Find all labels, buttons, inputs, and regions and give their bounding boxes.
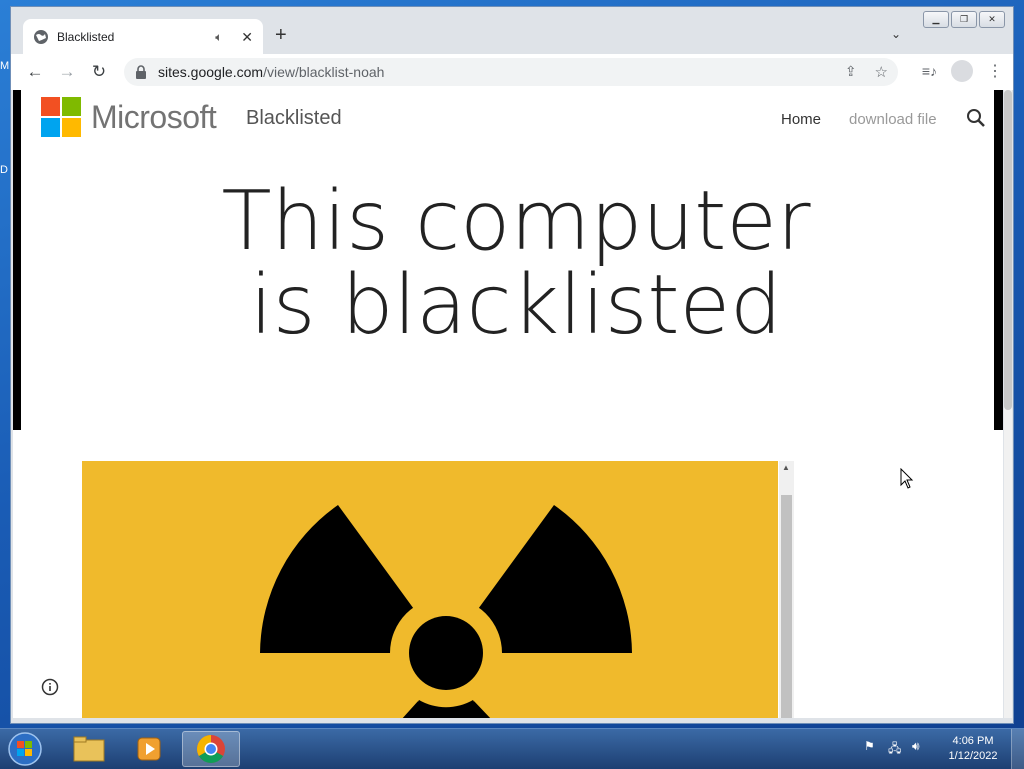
headline-line: This computer [221,174,811,269]
web-page: Microsoft Blacklisted Home download file… [13,90,1003,718]
bookmark-star-icon[interactable]: ☆ [875,63,888,81]
browser-window: ▁ ❐ ✕ Blacklisted 🔈︎ ✕ + ⌄ ← → ↻ sites.g… [10,6,1014,724]
network-icon[interactable]: 🖧︎ [888,739,904,755]
show-desktop-button[interactable] [1011,729,1024,769]
microsoft-logo[interactable] [41,97,81,137]
url-path: /view/blacklist-noah [263,64,385,80]
info-icon[interactable] [41,678,59,696]
address-bar[interactable]: sites.google.com/view/blacklist-noah ⇪ ☆ [124,58,898,86]
taskbar-clock[interactable]: 4:06 PM 1/12/2022 [938,734,1008,764]
url-host: sites.google.com [158,64,264,80]
desktop-icon-label[interactable]: M [0,60,9,72]
radiation-trefoil-icon [260,505,632,718]
close-tab-icon[interactable]: ✕ [241,29,253,46]
system-tray: ⚑ 🖧︎ 🔊︎ [864,739,928,755]
nav-home-link[interactable]: Home [781,111,821,128]
media-player-icon [137,737,161,761]
tab-title: Blacklisted [57,30,115,44]
taskbar-media-player[interactable] [120,731,178,767]
taskbar: ⚑ 🖧︎ 🔊︎ 4:06 PM 1/12/2022 [0,728,1024,769]
search-icon[interactable] [966,108,986,128]
start-orb-icon[interactable] [4,731,46,767]
clock-time: 4:06 PM [952,735,994,747]
back-icon[interactable]: ← [19,62,51,82]
restore-icon[interactable]: ❐ [951,11,977,28]
speaker-icon[interactable]: 🔈︎ [215,30,231,45]
site-name[interactable]: Blacklisted [246,107,342,130]
close-window-icon[interactable]: ✕ [979,11,1005,28]
lock-icon [136,65,146,79]
taskbar-explorer[interactable] [60,731,118,767]
desktop-icon-label[interactable]: D [0,164,8,176]
reload-icon[interactable]: ↻ [83,62,115,82]
brand-text[interactable]: Microsoft [91,99,217,136]
share-icon[interactable]: ⇪ [845,63,857,81]
window-controls: ▁ ❐ ✕ [923,11,1005,28]
page-headline: This computer is blacklisted [21,180,1003,348]
action-center-flag-icon[interactable]: ⚑ [864,739,880,755]
scroll-thumb[interactable] [781,495,792,718]
nav-download-link[interactable]: download file [849,111,937,128]
profile-avatar[interactable] [951,60,973,82]
taskbar-chrome[interactable] [182,731,240,767]
toolbar: ← → ↻ sites.google.com/view/blacklist-no… [11,54,1013,90]
mouse-cursor-icon [900,468,914,489]
folder-icon [73,736,105,762]
minimize-icon[interactable]: ▁ [923,11,949,28]
page-scroll-thumb[interactable] [1004,90,1012,410]
browser-tab[interactable]: Blacklisted 🔈︎ ✕ [23,19,263,55]
image-scrollbar[interactable]: ▲ [779,461,794,718]
chevron-down-icon[interactable]: ⌄ [891,27,901,41]
more-menu-icon[interactable]: ⋮ [987,61,1003,81]
page-scrollbar[interactable] [1004,90,1012,718]
globe-icon [34,30,48,44]
chrome-icon [197,735,225,763]
scroll-up-icon[interactable]: ▲ [782,463,790,472]
volume-icon[interactable]: 🔊︎ [912,739,928,755]
site-header: Microsoft Blacklisted Home download file… [13,90,1003,430]
clock-date: 1/12/2022 [948,750,998,762]
forward-icon[interactable]: → [51,62,83,82]
new-tab-button[interactable]: + [275,25,287,45]
headline-line: is blacklisted [249,258,783,353]
radiation-image [82,461,778,718]
media-control-icon[interactable]: ≡♪ [922,63,937,79]
